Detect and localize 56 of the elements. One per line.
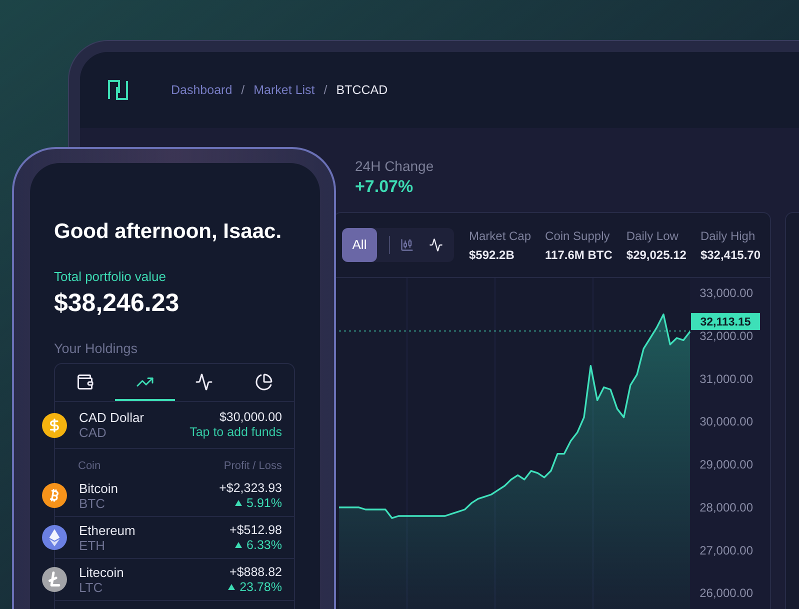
y-axis-label: 30,000.00 xyxy=(700,414,753,429)
y-axis-label: 31,000.00 xyxy=(700,372,753,386)
change-value: +7.07% xyxy=(355,176,414,197)
column-header: Profit / Loss xyxy=(224,460,282,474)
breadcrumb-current: BTCCAD xyxy=(336,82,388,99)
price-tag: 32,113.15 xyxy=(691,313,760,330)
stat-value: $32,415.70 xyxy=(700,246,761,262)
holdings-title: Your Holdings xyxy=(54,340,139,357)
profit-value: +$2,323.93 xyxy=(219,480,282,496)
line-chart-button[interactable] xyxy=(429,238,443,252)
stat-label: Market Cap xyxy=(469,228,532,244)
coin-name: Bitcoin xyxy=(79,480,118,496)
stat-label: Coin Supply xyxy=(545,228,611,244)
range-button[interactable]: All xyxy=(342,228,377,262)
percent-change: 23.78% xyxy=(240,580,282,594)
change-label: 24H Change xyxy=(355,158,435,175)
add-funds-link[interactable]: Tap to add funds xyxy=(190,425,282,440)
stat-label: Daily Low xyxy=(626,228,680,244)
breadcrumb-separator: / xyxy=(241,82,245,99)
wallet-icon xyxy=(76,372,94,390)
greeting: Good afternoon, Isaac. xyxy=(54,219,283,245)
y-axis-label: 26,000.00 xyxy=(700,586,753,600)
candlestick-icon xyxy=(400,238,414,252)
coin-code: ETH xyxy=(79,538,106,552)
stat-label: Daily High xyxy=(700,228,756,244)
coin-name: Litecoin xyxy=(79,564,124,580)
candlestick-button[interactable] xyxy=(400,238,414,252)
portfolio-label: Total portfolio value xyxy=(54,269,168,285)
cash-amount: $30,000.00 xyxy=(219,410,282,425)
portfolio-value: $38,246.23 xyxy=(54,288,180,318)
coin-name: Ethereum xyxy=(79,522,136,538)
coin-code: BTC xyxy=(79,496,106,510)
coin-name: CAD Dollar xyxy=(79,410,144,425)
y-axis-label: 28,000.00 xyxy=(700,500,753,514)
y-axis-label: 27,000.00 xyxy=(700,543,753,558)
stat-value: 117.6M BTC xyxy=(545,246,612,262)
breadcrumb-separator: / xyxy=(324,82,328,99)
coin-code: LTC xyxy=(79,580,104,594)
y-axis-label: 29,000.00 xyxy=(700,458,753,472)
pulse-icon xyxy=(195,372,214,390)
column-header: Coin xyxy=(78,460,101,474)
percent-change: 5.91% xyxy=(246,496,282,510)
coin-code: CAD xyxy=(79,425,108,440)
y-axis-label: 32,000.00 xyxy=(700,328,753,343)
stat-value: $592.2B xyxy=(469,246,516,262)
profit-value: +$888.82 xyxy=(230,564,282,580)
ref-line-label: 32,113.15 xyxy=(700,316,752,329)
y-axis-label: 33,000.00 xyxy=(700,286,753,300)
line-chart-icon xyxy=(429,238,443,252)
logo-icon xyxy=(108,80,128,100)
pie-chart-icon xyxy=(255,372,274,390)
profit-value: +$512.98 xyxy=(230,522,282,538)
stat-value: $29,025.12 xyxy=(626,246,686,262)
percent-change: 6.33% xyxy=(246,538,282,552)
breadcrumb-link[interactable]: Dashboard xyxy=(171,80,232,100)
breadcrumb-link[interactable]: Market List xyxy=(254,80,315,100)
